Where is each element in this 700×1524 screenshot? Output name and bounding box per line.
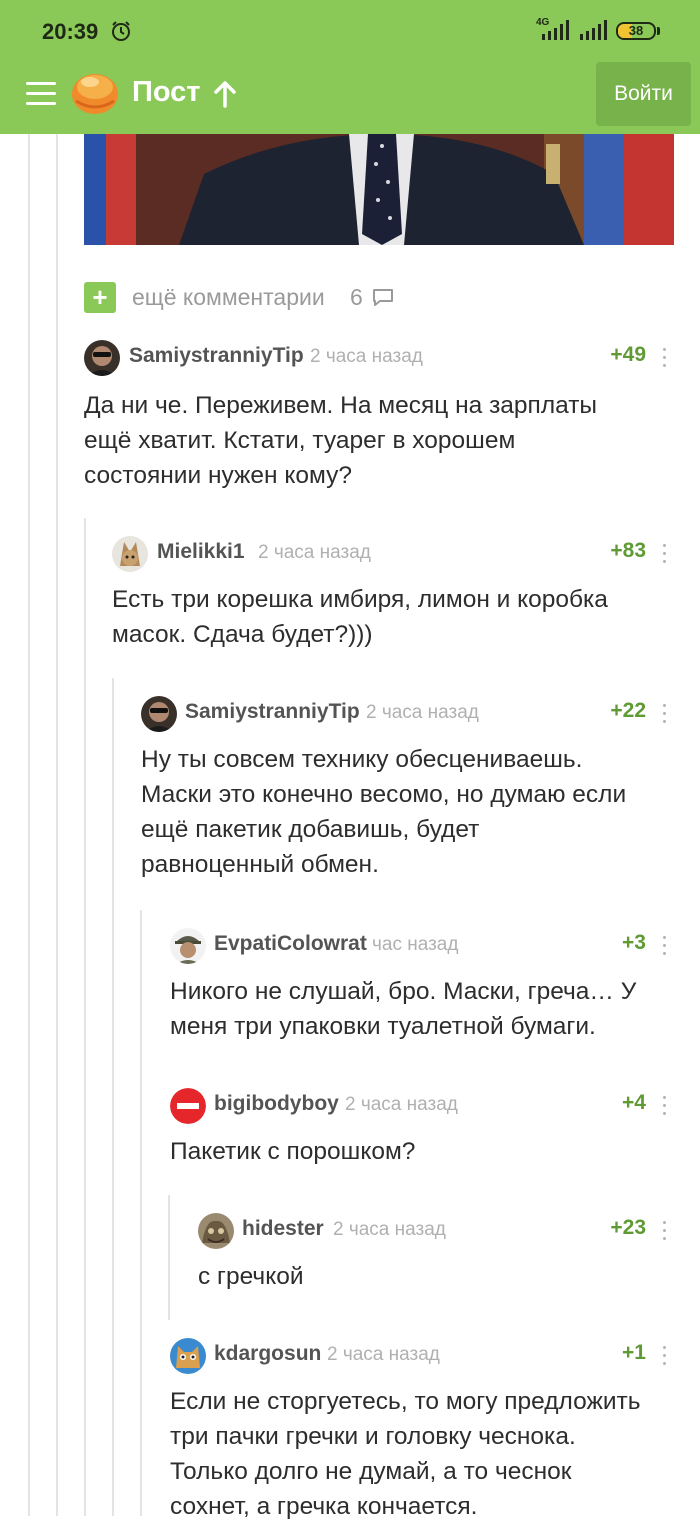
more-options-icon[interactable]	[662, 704, 668, 726]
comment-author[interactable]: hidester	[242, 1217, 324, 1241]
app-bar: Пост Войти	[0, 62, 700, 134]
avatar[interactable]	[112, 536, 148, 572]
thread-line[interactable]	[84, 518, 86, 1516]
comment-author[interactable]: bigibodyboy	[214, 1092, 339, 1116]
more-comments-label[interactable]: ещё комментарии	[132, 284, 325, 311]
comment-rating: +3	[622, 931, 646, 954]
alarm-icon	[112, 21, 130, 41]
page-title: Пост	[132, 76, 201, 108]
clock: 20:39	[42, 19, 99, 44]
comment-bubble-icon	[373, 289, 393, 306]
signal-icon	[580, 20, 607, 40]
avatar[interactable]	[170, 1338, 206, 1374]
comment-author[interactable]: SamiystranniyTip	[129, 344, 304, 368]
avatar[interactable]	[141, 696, 177, 732]
comment-time: 2 часа назад	[345, 1094, 458, 1115]
battery-icon: 38	[616, 22, 656, 40]
comment-rating: +1	[622, 1341, 646, 1364]
more-options-icon[interactable]	[662, 1221, 668, 1243]
comment: kdargosun 2 часа назад +1 Если не сторгу…	[170, 1338, 684, 1520]
comment-text: Никого не слушай, бро. Маски, греча… Уме…	[170, 978, 637, 1040]
comment: SamiystranniyTip 2 часа назад +22 Ну ты …	[141, 696, 684, 886]
thread-line[interactable]	[28, 134, 30, 1516]
comment-rating: +22	[610, 699, 646, 722]
comment-text: Да ни че. Переживем. На месяц на зарплат…	[84, 392, 598, 489]
avatar[interactable]	[170, 928, 206, 964]
menu-icon[interactable]	[26, 82, 56, 106]
avatar[interactable]	[84, 340, 120, 376]
more-options-icon[interactable]	[662, 348, 668, 370]
comment-text: Пакетик с порошком?	[170, 1138, 416, 1165]
plus-icon[interactable]: +	[84, 282, 116, 313]
more-options-icon[interactable]	[662, 1096, 668, 1118]
status-bar: 20:39 4G 38	[0, 0, 700, 62]
comment-text: Ну ты совсем технику обесцениваешь. Маски…	[141, 746, 627, 878]
comment-rating: +49	[610, 343, 646, 366]
thread-line[interactable]	[140, 910, 142, 1516]
comment: Mielikki1 2 часа назад +83 Есть три коре…	[112, 536, 684, 656]
thread-line[interactable]	[112, 678, 114, 1516]
more-options-icon[interactable]	[662, 936, 668, 958]
comment: SamiystranniyTip 2 часа назад +49 Да ни …	[84, 340, 684, 500]
comment-time: 2 часа назад	[333, 1219, 446, 1240]
login-button[interactable]: Войти	[596, 62, 691, 126]
comment-time: 2 часа назад	[258, 542, 371, 563]
more-comments-count: 6	[350, 284, 363, 310]
thread-line[interactable]	[168, 1195, 170, 1320]
more-options-icon[interactable]	[662, 544, 668, 566]
comment-text: с гречкой	[198, 1263, 304, 1290]
comment: hidester 2 часа назад +23 с гречкой	[198, 1213, 684, 1303]
thread-line[interactable]	[56, 134, 58, 1516]
comment-author[interactable]: SamiystranniyTip	[185, 700, 360, 724]
more-comments[interactable]: + ещё комментарии 6	[84, 282, 404, 313]
avatar[interactable]	[170, 1088, 206, 1124]
avatar[interactable]	[198, 1213, 234, 1249]
comment-rating: +4	[622, 1091, 646, 1114]
comment-time: 2 часа назад	[366, 702, 479, 723]
comment-time: час назад	[372, 934, 459, 955]
comment-time: 2 часа назад	[310, 346, 423, 367]
comment-rating: +23	[610, 1216, 646, 1239]
more-options-icon[interactable]	[662, 1346, 668, 1368]
comment-rating: +83	[610, 539, 646, 562]
comment-author[interactable]: kdargosun	[214, 1342, 321, 1366]
comment-time: 2 часа назад	[327, 1344, 440, 1365]
comment: bigibodyboy 2 часа назад +4 Пакетик с по…	[170, 1088, 684, 1178]
comment-author[interactable]: Mielikki1	[157, 540, 245, 564]
logo-icon[interactable]	[70, 67, 120, 115]
comment-text: Есть три корешка имбиря, лимон и коробка…	[112, 586, 608, 648]
signal-icon	[542, 20, 569, 40]
battery-level: 38	[628, 23, 644, 38]
arrow-up-icon[interactable]	[212, 80, 238, 108]
comment-text: Если не сторгуетесь, то могу предложить т…	[170, 1388, 641, 1520]
post-image[interactable]	[84, 134, 674, 245]
comment-author[interactable]: EvpatiColowrat	[214, 932, 367, 956]
comment: EvpatiColowrat час назад +3 Никого не сл…	[170, 928, 684, 1048]
